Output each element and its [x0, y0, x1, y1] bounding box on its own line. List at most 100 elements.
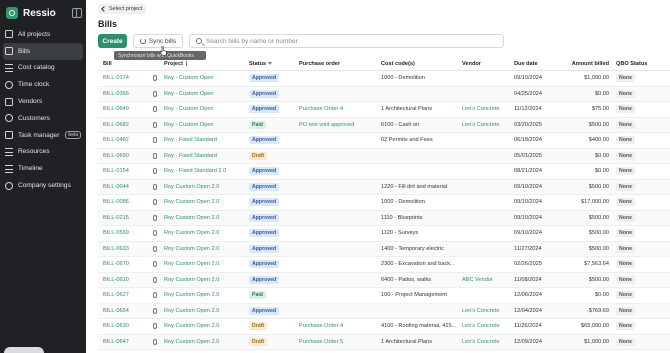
- table-row[interactable]: BILL-0215 Roy Custom Open 2.0 Approved 1110…: [98, 210, 670, 226]
- project-link[interactable]: Roy Custom Open 2.0: [164, 339, 249, 345]
- sync-bills-button[interactable]: Sync bills: [133, 34, 183, 48]
- table-row[interactable]: BILL-0630 Roy Custom Open 2.0 Draft Purchas…: [98, 319, 670, 335]
- paperclip-icon[interactable]: [152, 338, 157, 345]
- bill-number-link[interactable]: BILL-0654: [98, 308, 148, 314]
- project-link[interactable]: Roy Custom Open 2.0: [164, 277, 249, 283]
- vendor-link[interactable]: ABC Vendor: [462, 277, 514, 283]
- table-row[interactable]: BILL-0044 Roy Custom Open 2.0 Approved 1220…: [98, 179, 670, 195]
- bill-number-link[interactable]: BILL-0154: [98, 168, 148, 174]
- table-row[interactable]: BILL-0482 Roy - Fixed Standard Approved 02 …: [98, 133, 670, 149]
- column-header-project[interactable]: Project: [164, 61, 249, 67]
- column-header-amount[interactable]: Amount billed: [562, 61, 616, 67]
- bill-number-link[interactable]: BILL-0610: [98, 277, 148, 283]
- column-header-due[interactable]: Due date: [514, 61, 562, 67]
- table-row[interactable]: BILL-0174 Roy - Custom Open Approved 1000 -…: [98, 71, 670, 87]
- paperclip-icon[interactable]: [152, 152, 157, 159]
- vendor-link[interactable]: Len's Concrete: [462, 308, 514, 314]
- vendor-link[interactable]: Len's Concrete: [462, 122, 514, 128]
- table-row[interactable]: BILL-0690 Roy - Fixed Standard Draft 05/01/…: [98, 148, 670, 164]
- filter-icon[interactable]: [268, 61, 273, 65]
- bill-number-link[interactable]: BILL-0086: [98, 199, 148, 205]
- column-header-bill[interactable]: Bill: [98, 61, 148, 67]
- table-row[interactable]: BILL-0682 Roy - Custom Open Paid PO test vo…: [98, 117, 670, 133]
- purchase-order-link[interactable]: Purchase Order 4: [299, 323, 381, 329]
- purchase-order-link[interactable]: PO test void approved: [299, 122, 381, 128]
- purchase-order-link[interactable]: Purchase Order 5: [299, 339, 381, 345]
- sidebar-item-company-settings[interactable]: Company settings: [0, 177, 86, 194]
- table-row[interactable]: BILL-0633 Roy Custom Open 2.0 Approved 1400…: [98, 241, 670, 257]
- paperclip-icon[interactable]: [152, 183, 157, 190]
- bill-number-link[interactable]: BILL-0633: [98, 246, 148, 252]
- project-link[interactable]: Roy Custom Open 2.0: [164, 199, 249, 205]
- project-link[interactable]: Roy Custom Open 2.0: [164, 215, 249, 221]
- column-header-po[interactable]: Purchase order: [299, 61, 381, 67]
- paperclip-icon[interactable]: [152, 168, 157, 175]
- sidebar-item-customers[interactable]: Customers: [0, 110, 86, 127]
- bill-number-link[interactable]: BILL-0569: [98, 230, 148, 236]
- column-header-cost[interactable]: Cost code(s): [381, 61, 462, 67]
- paperclip-icon[interactable]: [152, 106, 157, 113]
- table-row[interactable]: BILL-0627 Roy Custom Open 2.0 Paid 100 - Pr…: [98, 288, 670, 304]
- paperclip-icon[interactable]: [152, 137, 157, 144]
- sidebar-item-vendors[interactable]: Vendors: [0, 93, 86, 110]
- project-link[interactable]: Roy - Custom Open: [164, 122, 249, 128]
- paperclip-icon[interactable]: [152, 245, 157, 252]
- project-link[interactable]: Roy - Custom Open: [164, 91, 249, 97]
- create-button[interactable]: Create: [98, 34, 127, 48]
- project-link[interactable]: Roy - Fixed Standard: [164, 137, 249, 143]
- bill-number-link[interactable]: BILL-0366: [98, 91, 148, 97]
- search-box[interactable]: [189, 34, 504, 48]
- paperclip-icon[interactable]: [152, 323, 157, 330]
- bill-number-link[interactable]: BILL-0630: [98, 323, 148, 329]
- project-link[interactable]: Roy Custom Open 2.0: [164, 323, 249, 329]
- project-link[interactable]: Roy Custom Open 2.0: [164, 261, 249, 267]
- sidebar-item-task-manager[interactable]: Task manager beta: [0, 127, 86, 144]
- project-link[interactable]: Roy Custom Open 2.0: [164, 184, 249, 190]
- paperclip-icon[interactable]: [152, 276, 157, 283]
- table-row[interactable]: BILL-0647 Roy Custom Open 2.0 Draft Purchas…: [98, 334, 670, 350]
- paperclip-icon[interactable]: [152, 230, 157, 237]
- project-link[interactable]: Roy Custom Open 2.0: [164, 230, 249, 236]
- table-row[interactable]: BILL-0649 Roy - Custom Open Approved Purcha…: [98, 102, 670, 118]
- project-link[interactable]: Roy Custom Open 2.0: [164, 246, 249, 252]
- project-link[interactable]: Roy - Custom Open: [164, 75, 249, 81]
- paperclip-icon[interactable]: [152, 292, 157, 299]
- table-row[interactable]: BILL-0154 Roy - Fixed Standard 2.0 Approve…: [98, 164, 670, 180]
- bill-number-link[interactable]: BILL-0670: [98, 261, 148, 267]
- bill-number-link[interactable]: BILL-0647: [98, 339, 148, 345]
- table-row[interactable]: BILL-0086 Roy Custom Open 2.0 Approved 1000…: [98, 195, 670, 211]
- bill-number-link[interactable]: BILL-0649: [98, 106, 148, 112]
- vendor-link[interactable]: Len's Concrete: [462, 106, 514, 112]
- sidebar-item-all-projects[interactable]: All projects: [0, 26, 86, 43]
- breadcrumb[interactable]: Select project: [98, 4, 147, 14]
- project-link[interactable]: Roy Custom Open 2.0: [164, 308, 249, 314]
- bill-number-link[interactable]: BILL-0682: [98, 122, 148, 128]
- sidebar-item-cost-catalog[interactable]: Cost catalog: [0, 60, 86, 77]
- paperclip-icon[interactable]: [152, 199, 157, 206]
- table-row[interactable]: BILL-0610 Roy Custom Open 2.0 Approved 6400…: [98, 272, 670, 288]
- table-row[interactable]: BILL-0670 Roy Custom Open 2.0 Approved 2300…: [98, 257, 670, 273]
- sidebar-toggle-icon[interactable]: [72, 8, 82, 18]
- paperclip-icon[interactable]: [152, 121, 157, 128]
- vendor-link[interactable]: Len's Concrete: [462, 323, 514, 329]
- column-header-status[interactable]: Status: [249, 61, 299, 67]
- bill-number-link[interactable]: BILL-0690: [98, 153, 148, 159]
- table-row[interactable]: BILL-0569 Roy Custom Open 2.0 Approved 1120…: [98, 226, 670, 242]
- project-link[interactable]: Roy Custom Open 2.0: [164, 292, 249, 298]
- table-row[interactable]: BILL-0654 Roy Custom Open 2.0 Approved Len'…: [98, 303, 670, 319]
- sidebar-item-resources[interactable]: Resources: [0, 144, 86, 161]
- sidebar-item-timeline[interactable]: Timeline: [0, 160, 86, 177]
- project-link[interactable]: Roy - Fixed Standard: [164, 153, 249, 159]
- project-link[interactable]: Roy - Fixed Standard 2.0: [164, 168, 249, 174]
- paperclip-icon[interactable]: [152, 90, 157, 97]
- paperclip-icon[interactable]: [152, 214, 157, 221]
- paperclip-icon[interactable]: [152, 261, 157, 268]
- bill-number-link[interactable]: BILL-0044: [98, 184, 148, 190]
- project-link[interactable]: Roy - Custom Open: [164, 106, 249, 112]
- sidebar-item-bills[interactable]: Bills: [3, 42, 83, 60]
- column-header-qbo[interactable]: QBO Status: [616, 61, 662, 67]
- sidebar-item-time-clock[interactable]: Time clock: [0, 76, 86, 93]
- bill-number-link[interactable]: BILL-0627: [98, 292, 148, 298]
- vendor-link[interactable]: Len's Concrete: [462, 339, 514, 345]
- sort-icon[interactable]: [185, 60, 187, 66]
